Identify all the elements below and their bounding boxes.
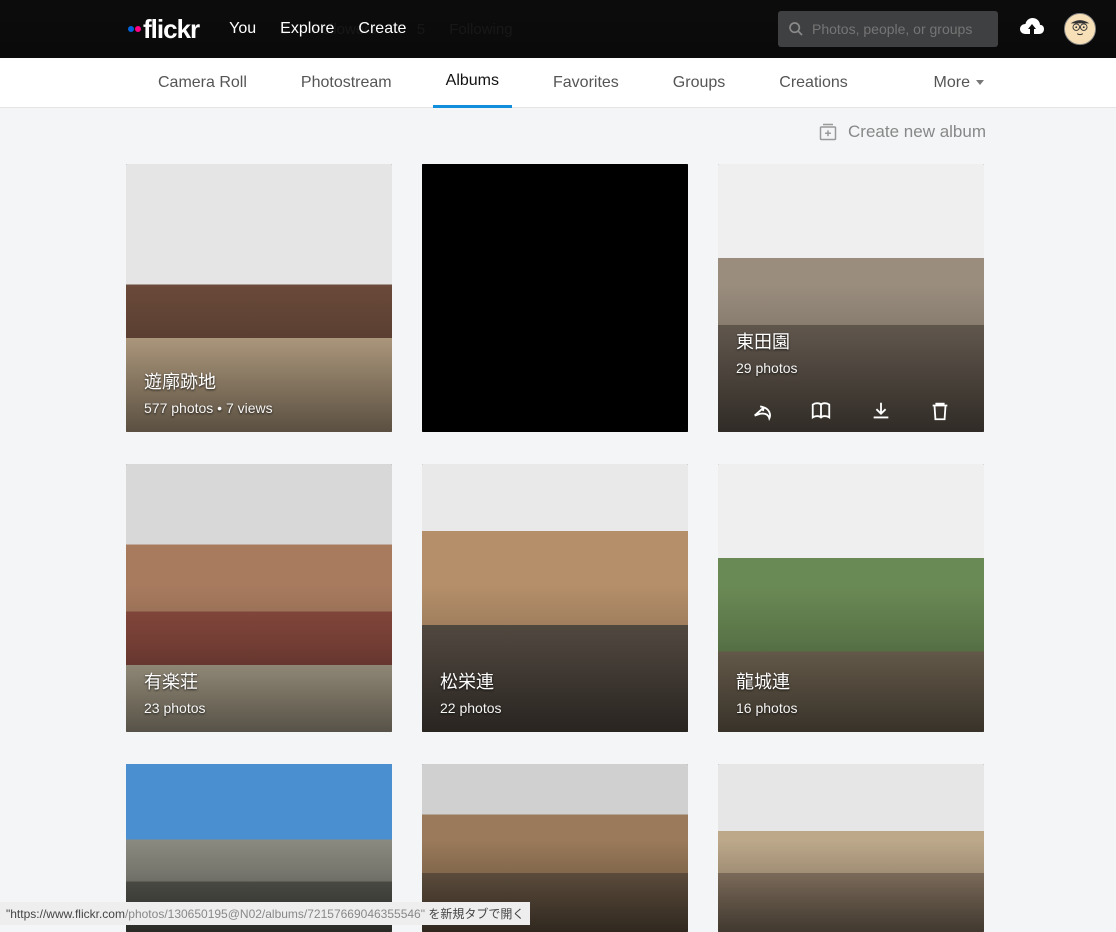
create-album-button[interactable]: Create new album <box>818 122 986 142</box>
tab-more[interactable]: More <box>934 74 984 92</box>
album-card[interactable]: 東田園 29 photos <box>718 164 984 432</box>
album-card[interactable]: 遊廓跡地 577 photos • 7 views <box>126 164 392 432</box>
albums-grid: 遊廓跡地 577 photos • 7 views 東田園 29 photos … <box>0 142 1116 932</box>
chevron-down-icon <box>976 80 984 85</box>
status-bar: "https://www.flickr.com/photos/130650195… <box>0 902 530 925</box>
album-title: 松栄連 <box>440 668 502 694</box>
album-thumbnail <box>422 164 688 432</box>
search-icon <box>788 21 804 37</box>
album-card[interactable]: 有楽荘 23 photos <box>126 464 392 732</box>
tab-favorites[interactable]: Favorites <box>540 58 632 108</box>
album-card[interactable] <box>718 764 984 932</box>
nav-you[interactable]: You <box>229 20 256 38</box>
album-card[interactable] <box>422 164 688 432</box>
album-card[interactable]: 松栄連 22 photos <box>422 464 688 732</box>
avatar[interactable] <box>1064 13 1096 45</box>
nav-create[interactable]: Create <box>358 20 406 38</box>
album-title: 遊廓跡地 <box>144 368 273 394</box>
upload-icon[interactable] <box>1018 16 1046 43</box>
tab-creations[interactable]: Creations <box>766 58 860 108</box>
share-icon[interactable] <box>751 400 773 422</box>
album-title: 東田園 <box>736 328 798 354</box>
album-meta: 16 photos <box>736 700 798 716</box>
album-actions <box>718 400 984 422</box>
nav-explore[interactable]: Explore <box>280 20 334 38</box>
flickr-logo[interactable]: flickr <box>128 14 199 45</box>
album-title: 龍城連 <box>736 668 798 694</box>
album-meta: 577 photos • 7 views <box>144 400 273 416</box>
album-card[interactable]: 龍城連 16 photos <box>718 464 984 732</box>
trash-icon[interactable] <box>929 400 951 422</box>
tab-photostream[interactable]: Photostream <box>288 58 405 108</box>
tab-camera-roll[interactable]: Camera Roll <box>145 58 260 108</box>
download-icon[interactable] <box>870 400 892 422</box>
nav-links: You Explore Create <box>229 20 406 38</box>
profile-subnav: Camera Roll Photostream Albums Favorites… <box>0 58 1116 108</box>
albums-toolbar: Create new album <box>0 108 1116 142</box>
album-meta: 23 photos <box>144 700 206 716</box>
tab-albums[interactable]: Albums <box>433 58 512 108</box>
search-input[interactable] <box>812 21 988 37</box>
search-box[interactable] <box>778 11 998 47</box>
album-meta: 29 photos <box>736 360 798 376</box>
book-icon[interactable] <box>810 400 832 422</box>
album-meta: 22 photos <box>440 700 502 716</box>
tab-groups[interactable]: Groups <box>660 58 738 108</box>
add-album-icon <box>818 122 838 142</box>
album-title: 有楽荘 <box>144 668 206 694</box>
global-nav: flickr You Explore Create <box>0 0 1116 58</box>
